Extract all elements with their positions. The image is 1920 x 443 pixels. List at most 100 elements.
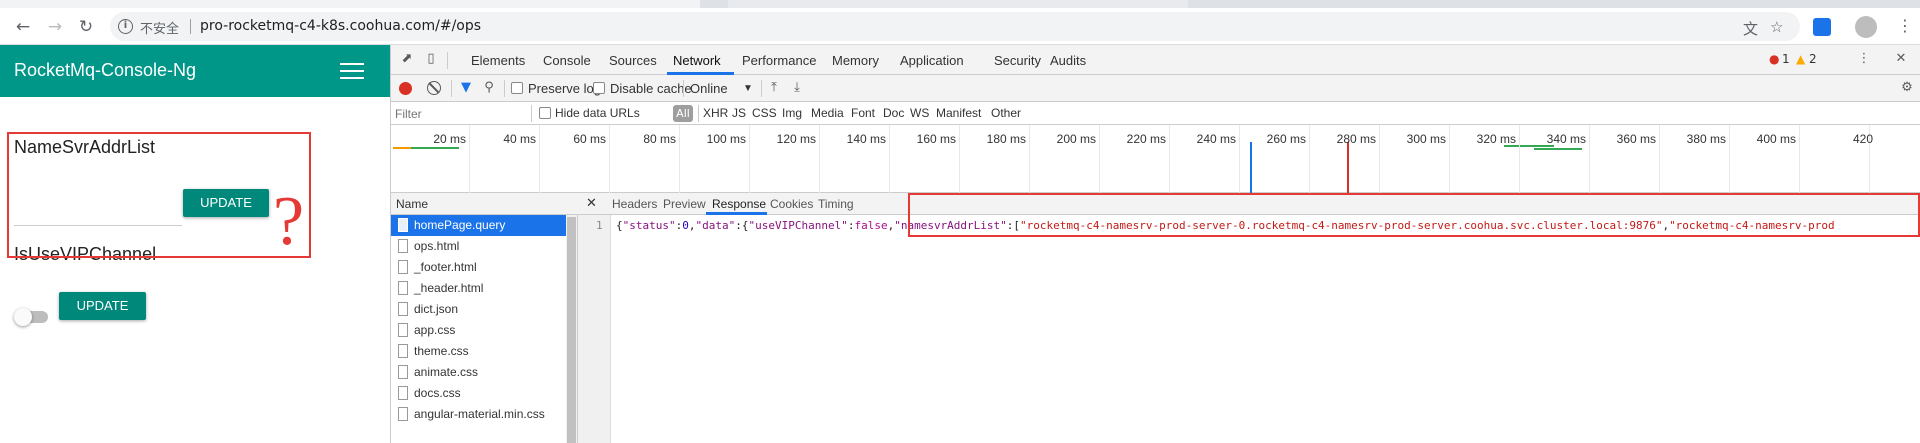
timeline-tick-label: 340 ms [1546,132,1586,146]
tab-timing[interactable]: Timing [818,197,854,211]
timeline-gridline [1449,125,1450,193]
tab-application[interactable]: Application [900,53,964,68]
timeline-tick-label: 20 ms [433,132,466,146]
type-filter-css[interactable]: CSS [752,106,777,120]
more-options-icon[interactable]: ⋮ [1856,51,1872,67]
disable-cache-checkbox[interactable] [593,82,605,94]
forward-button[interactable]: → [44,16,66,38]
request-list-scrollbar[interactable] [566,215,577,443]
tab-response[interactable]: Response [712,197,766,211]
hide-data-urls-checkbox[interactable] [539,107,551,119]
preserve-log-checkbox[interactable] [511,82,523,94]
tab-preview[interactable]: Preview [663,197,706,211]
address-bar: ← → ↻ i 不安全 pro-rocketmq-c4-k8s.coohua.c… [0,8,1920,45]
request-row[interactable]: angular-material.min.css [391,404,566,425]
close-detail-icon[interactable]: ✕ [586,196,597,211]
error-icon[interactable]: ● [1769,52,1779,66]
type-filter-other[interactable]: Other [991,106,1021,120]
gear-icon[interactable]: ⚙ [1899,80,1915,96]
request-name: _footer.html [414,260,477,274]
warning-icon[interactable]: ▲ [1796,52,1805,66]
filter-input[interactable] [395,105,525,122]
close-icon[interactable]: ✕ [1893,51,1909,67]
star-icon[interactable]: ☆ [1770,18,1783,36]
type-filter-img[interactable]: Img [782,106,802,120]
type-filter-xhr[interactable]: XHR [703,106,728,120]
back-button[interactable]: ← [12,16,34,38]
request-row[interactable]: app.css [391,320,566,341]
tab-audits[interactable]: Audits [1050,53,1086,68]
throttle-select[interactable]: Online [690,81,728,96]
vip-channel-toggle[interactable] [14,308,48,326]
request-row[interactable]: theme.css [391,341,566,362]
tab-memory[interactable]: Memory [832,53,879,68]
tab-sources[interactable]: Sources [609,53,657,68]
info-icon[interactable]: i [118,19,133,34]
line-number: 1 [596,219,603,232]
request-row[interactable]: animate.css [391,362,566,383]
translate-icon[interactable]: 文 [1743,18,1758,39]
file-icon [398,218,408,232]
error-count[interactable]: 1 [1782,52,1790,66]
network-timeline[interactable]: 20 ms 40 ms 60 ms 80 ms 100 ms 120 ms 140 ms 16… [391,125,1920,193]
divider [451,80,452,97]
tab-elements[interactable]: Elements [471,53,525,68]
inspect-element-icon[interactable]: ⬈ [399,51,415,67]
timeline-gridline [1239,125,1240,193]
type-filter-media[interactable]: Media [811,106,844,120]
tab-headers[interactable]: Headers [612,197,657,211]
type-filter-font[interactable]: Font [851,106,875,120]
request-row[interactable]: _footer.html [391,257,566,278]
file-icon [398,407,408,421]
export-har-icon[interactable]: ⤓ [789,80,805,96]
disable-cache-label[interactable]: Disable cache [610,81,692,96]
search-icon[interactable]: ⚲ [481,80,497,96]
tab-performance[interactable]: Performance [742,53,816,68]
json-key-status: "status" [622,219,676,232]
hamburger-menu-icon[interactable] [340,63,364,79]
request-row[interactable]: dict.json [391,299,566,320]
response-annotation-box [908,193,1920,237]
browser-tab-active[interactable] [0,0,700,8]
menu-dots-icon[interactable]: ⋮ [1897,16,1913,35]
request-row[interactable]: ops.html [391,236,566,257]
extension-icon[interactable] [1813,18,1831,36]
chevron-down-icon[interactable]: ▼ [743,83,753,94]
name-column-header[interactable]: Name [391,193,578,215]
request-row[interactable]: homePage.query [391,215,566,236]
tab-network[interactable]: Network [673,53,721,68]
timeline-gridline [1729,125,1730,193]
request-name: _header.html [414,281,484,295]
filter-icon[interactable]: ▼ [458,80,474,96]
type-filter-manifest[interactable]: Manifest [936,106,981,120]
tab-cookies[interactable]: Cookies [770,197,813,211]
timeline-mark-orange [393,147,411,149]
hide-data-urls-label[interactable]: Hide data URLs [555,106,640,120]
omnibox[interactable]: i 不安全 pro-rocketmq-c4-k8s.coohua.com/#/o… [110,12,1800,41]
type-filter-js[interactable]: JS [732,106,746,120]
avatar[interactable] [1855,16,1877,38]
request-row[interactable]: docs.css [391,383,566,404]
reload-button[interactable]: ↻ [75,16,97,38]
warning-count[interactable]: 2 [1809,52,1817,66]
preserve-log-label[interactable]: Preserve log [528,81,601,96]
type-filter-ws[interactable]: WS [910,106,929,120]
divider [761,80,762,97]
update-vip-button[interactable]: UPDATE [59,292,146,320]
request-row[interactable]: _header.html [391,278,566,299]
url-text[interactable]: pro-rocketmq-c4-k8s.coohua.com/#/ops [200,18,481,34]
active-detail-tab-indicator [706,212,767,215]
toggle-thumb [14,308,32,326]
tab-security[interactable]: Security [994,53,1041,68]
browser-tab-inactive[interactable] [728,0,1188,8]
device-toolbar-icon[interactable]: ▯ [423,51,439,67]
scrollbar-thumb[interactable] [567,217,576,443]
tab-console[interactable]: Console [543,53,591,68]
type-filter-doc[interactable]: Doc [883,106,904,120]
timeline-tick-label: 360 ms [1616,132,1656,146]
clear-icon[interactable] [427,81,441,95]
record-icon[interactable] [399,82,412,95]
timeline-tick-label: 120 ms [776,132,816,146]
import-har-icon[interactable]: ⤒ [766,80,782,96]
type-filter-all[interactable]: All [673,105,693,122]
